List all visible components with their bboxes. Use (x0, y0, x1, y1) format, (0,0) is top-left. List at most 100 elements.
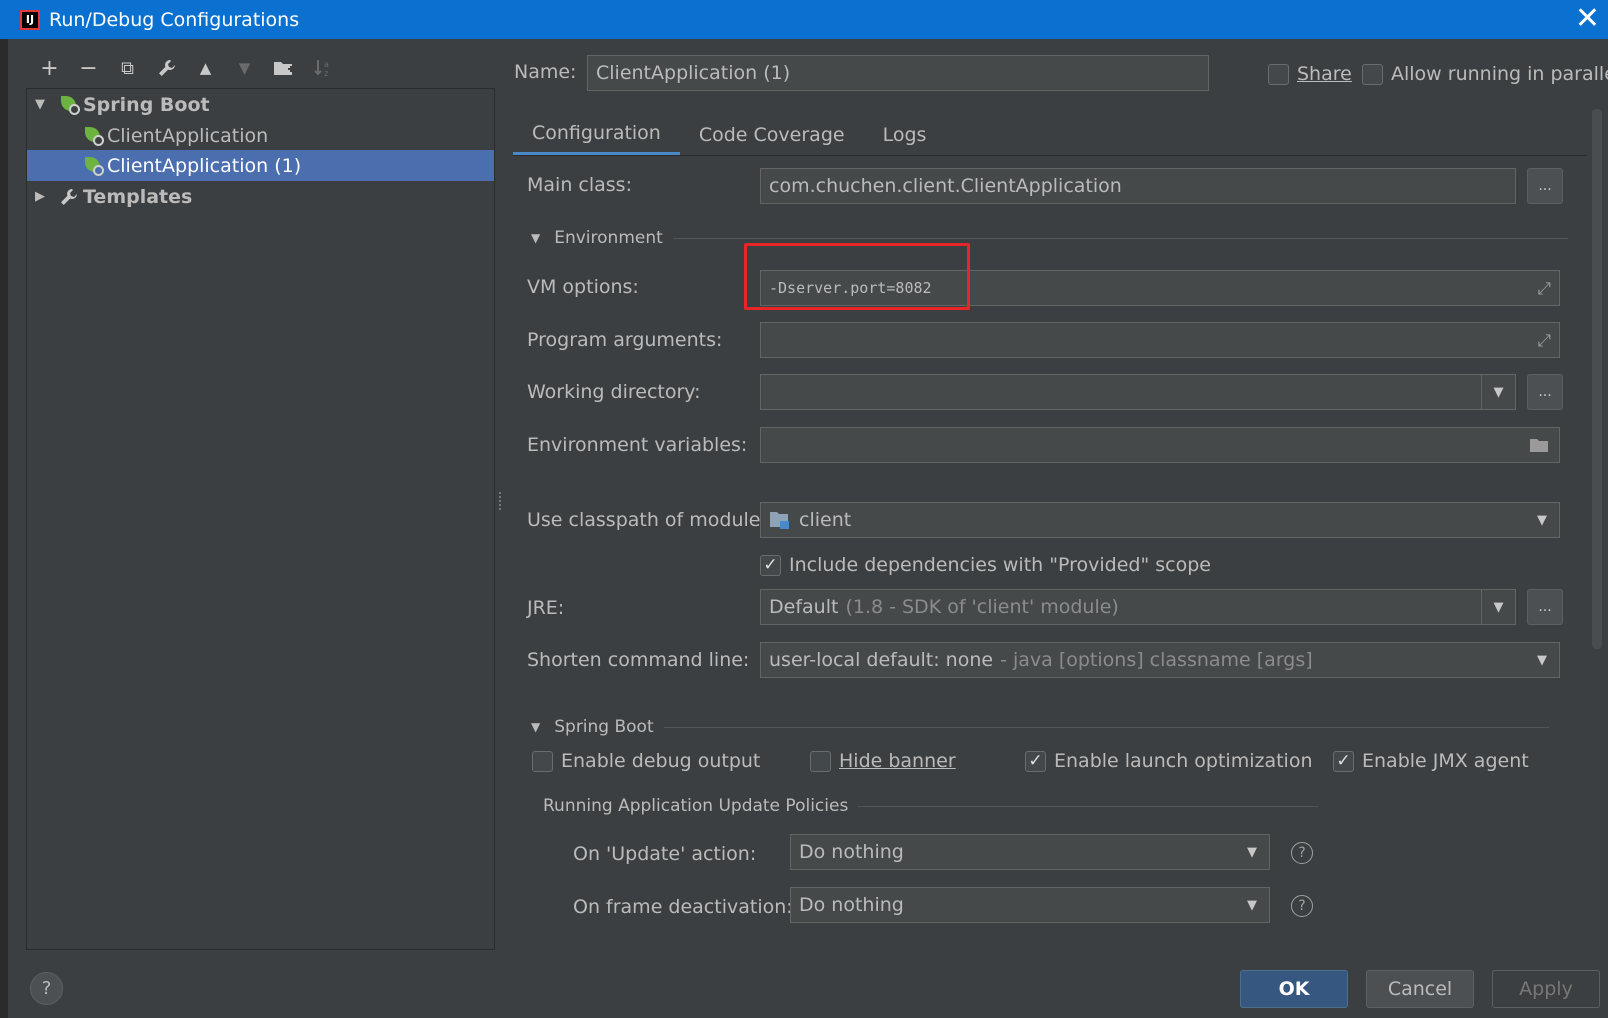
help-icon[interactable]: ? (1291, 895, 1313, 917)
collapse-arrow-icon[interactable]: ▶ (35, 189, 49, 204)
config-tree: ▼ Spring Boot ClientApplication ClientAp… (26, 88, 495, 950)
vm-options-label: VM options: (527, 276, 639, 298)
folder-icon[interactable] (1529, 436, 1551, 454)
tree-item-clientapplication[interactable]: ClientApplication (27, 120, 494, 151)
apply-button[interactable]: Apply (1492, 970, 1600, 1008)
chevron-down-icon[interactable]: ▼ (1525, 503, 1559, 537)
program-arguments-label: Program arguments: (527, 329, 723, 351)
hide-banner-label: Hide banner (839, 750, 956, 772)
tree-group-spring-boot[interactable]: ▼ Spring Boot (27, 89, 494, 120)
intellij-app-icon: IJ (20, 9, 40, 30)
svg-text:a: a (324, 60, 329, 69)
tree-item-clientapplication-1[interactable]: ClientApplication (1) (27, 150, 494, 181)
checkbox-box[interactable] (532, 750, 553, 772)
add-icon[interactable]: + (30, 52, 69, 84)
move-down-icon[interactable]: ▼ (225, 52, 264, 84)
vertical-scrollbar[interactable] (1592, 109, 1602, 649)
spring-boot-section[interactable]: ▼ Spring Boot (531, 717, 1549, 737)
checkbox-box[interactable]: ✓ (760, 554, 781, 576)
tab-divider (513, 155, 1587, 156)
splitter-handle[interactable] (497, 490, 503, 516)
enable-launch-optimization-checkbox[interactable]: ✓ Enable launch optimization (1025, 750, 1313, 772)
wrench-icon[interactable] (147, 52, 186, 84)
enable-launch-optimization-label: Enable launch optimization (1054, 750, 1313, 772)
expand-arrow-icon[interactable]: ▼ (35, 97, 49, 112)
working-directory-combo[interactable]: ▼ (760, 374, 1516, 410)
on-update-action-value: Do nothing (799, 841, 904, 863)
environment-section[interactable]: ▼ Environment (531, 228, 1568, 248)
main-class-label: Main class: (527, 174, 632, 196)
shorten-command-line-hint: - java [options] classname [args] (1000, 649, 1313, 671)
copy-icon[interactable]: ⧉ (108, 52, 147, 84)
spring-boot-section-title: Spring Boot (554, 717, 654, 737)
on-update-action-combo[interactable]: Do nothing ▼ (790, 834, 1270, 870)
help-icon[interactable]: ? (1291, 842, 1313, 864)
chevron-down-icon[interactable]: ▼ (1235, 888, 1269, 922)
shorten-command-line-value: user-local default: none (769, 649, 994, 671)
jre-browse-button[interactable]: ... (1527, 589, 1563, 625)
ok-button[interactable]: OK (1240, 970, 1348, 1008)
expand-icon[interactable]: ⤢ (1537, 279, 1551, 299)
environment-variables-field[interactable] (760, 427, 1560, 463)
update-policies-title: Running Application Update Policies (543, 796, 849, 816)
name-field[interactable]: ClientApplication (1) (587, 55, 1209, 91)
main-class-field[interactable]: com.chuchen.client.ClientApplication (760, 168, 1516, 204)
tab-code-coverage[interactable]: Code Coverage (680, 114, 864, 156)
remove-icon[interactable]: − (69, 52, 108, 84)
spring-boot-icon (59, 95, 81, 115)
enable-jmx-agent-label: Enable JMX agent (1362, 750, 1529, 772)
enable-debug-output-label: Enable debug output (561, 750, 761, 772)
tree-group-label: Templates (83, 185, 193, 208)
include-dependencies-label: Include dependencies with "Provided" sco… (789, 554, 1211, 576)
name-label: Name: (514, 61, 577, 83)
share-checkbox[interactable]: Share (1268, 63, 1352, 85)
allow-parallel-checkbox[interactable]: Allow running in parallel (1362, 63, 1608, 85)
main-class-browse-button[interactable]: ... (1527, 168, 1563, 204)
enable-debug-output-checkbox[interactable]: Enable debug output (532, 750, 760, 772)
classpath-module-combo[interactable]: client ▼ (760, 502, 1560, 538)
update-policies-group: Running Application Update Policies (543, 796, 1319, 816)
tab-bar: Configuration Code Coverage Logs (513, 114, 945, 156)
spring-boot-run-icon (83, 156, 105, 176)
jre-combo[interactable]: Default (1.8 - SDK of 'client' module) ▼ (760, 589, 1516, 625)
enable-jmx-agent-checkbox[interactable]: ✓ Enable JMX agent (1333, 750, 1529, 772)
shorten-command-line-combo[interactable]: user-local default: none - java [options… (760, 642, 1560, 678)
include-dependencies-checkbox[interactable]: ✓ Include dependencies with "Provided" s… (760, 554, 1211, 576)
checkbox-box[interactable] (1362, 63, 1383, 85)
chevron-down-icon[interactable]: ▼ (1481, 375, 1515, 409)
collapse-triangle-icon[interactable]: ▼ (531, 231, 540, 245)
chevron-down-icon[interactable]: ▼ (1525, 643, 1559, 677)
section-divider (663, 726, 1549, 728)
tree-group-templates[interactable]: ▶ Templates (27, 181, 494, 212)
hide-banner-checkbox[interactable]: Hide banner (810, 750, 956, 772)
chevron-down-icon[interactable]: ▼ (1235, 835, 1269, 869)
classpath-module-value: client (799, 509, 852, 531)
collapse-triangle-icon[interactable]: ▼ (531, 720, 540, 734)
title-bar: IJ Run/Debug Configurations ✕ (0, 0, 1608, 39)
tree-group-label: Spring Boot (83, 93, 210, 116)
program-arguments-field[interactable]: ⤢ (760, 322, 1560, 358)
tab-logs[interactable]: Logs (864, 114, 946, 156)
spring-boot-run-icon (83, 126, 105, 146)
wrench-icon (59, 187, 81, 207)
cancel-button[interactable]: Cancel (1366, 970, 1474, 1008)
window-title: Run/Debug Configurations (49, 8, 300, 31)
checkbox-box[interactable]: ✓ (1333, 750, 1354, 772)
close-icon[interactable]: ✕ (1575, 2, 1600, 36)
tree-item-label: ClientApplication (107, 124, 269, 147)
chevron-down-icon[interactable]: ▼ (1481, 590, 1515, 624)
on-frame-deactivation-combo[interactable]: Do nothing ▼ (790, 887, 1270, 923)
checkbox-box[interactable] (810, 750, 831, 772)
sort-icon[interactable]: az (303, 52, 342, 84)
working-directory-browse-button[interactable]: ... (1527, 374, 1563, 410)
checkbox-box[interactable] (1268, 63, 1289, 85)
checkbox-box[interactable]: ✓ (1025, 750, 1046, 772)
expand-icon[interactable]: ⤢ (1537, 331, 1551, 351)
working-directory-label: Working directory: (527, 381, 701, 403)
jre-value: Default (769, 596, 839, 618)
tab-configuration[interactable]: Configuration (513, 114, 680, 156)
folder-add-icon[interactable] (264, 52, 303, 84)
allow-parallel-label: Allow running in parallel (1391, 63, 1608, 85)
move-up-icon[interactable]: ▲ (186, 52, 225, 84)
help-button[interactable]: ? (30, 972, 63, 1005)
